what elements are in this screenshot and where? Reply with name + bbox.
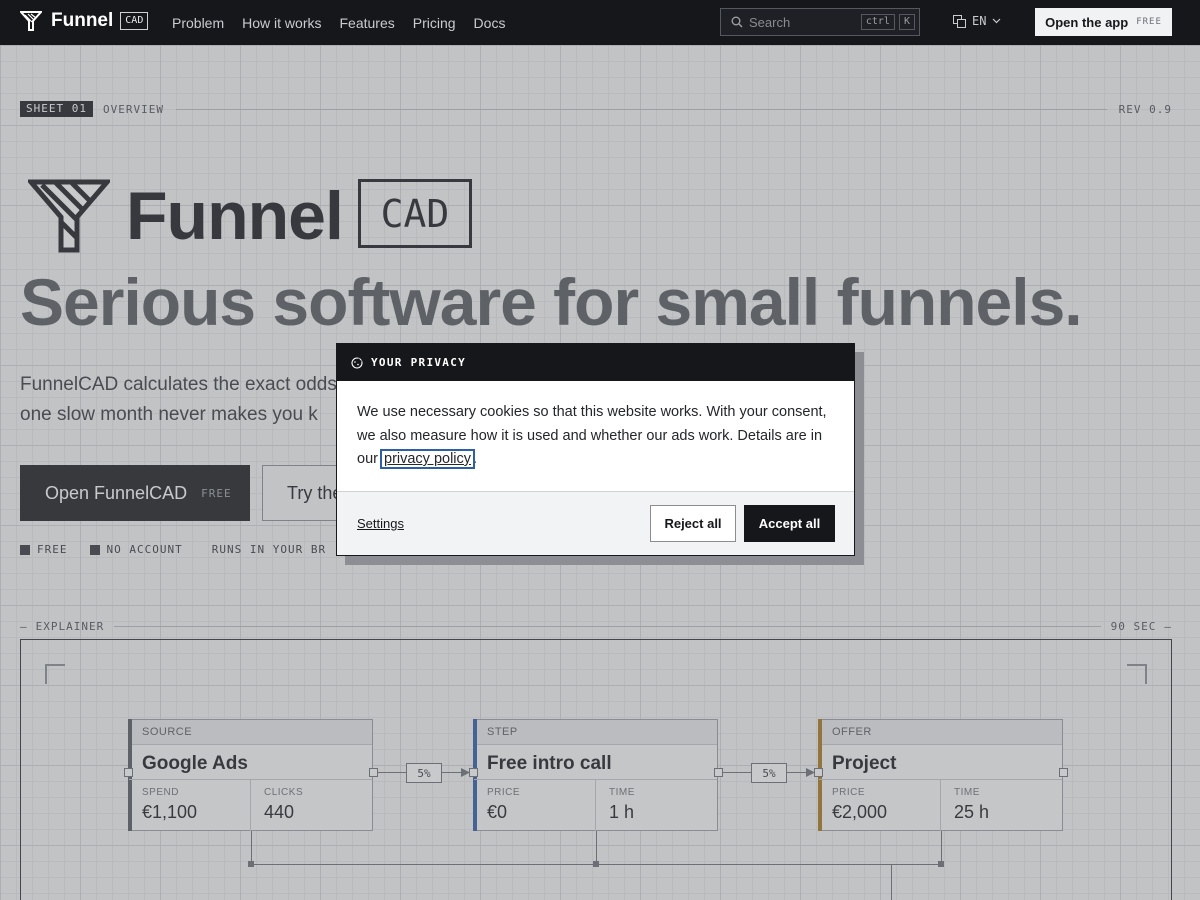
search-placeholder: Search xyxy=(749,14,791,30)
nav-links: Problem How it works Features Pricing Do… xyxy=(172,0,523,45)
brand-link[interactable]: Funnel CAD xyxy=(20,10,149,32)
shortcut-key-ctrl: ctrl xyxy=(860,14,895,30)
nav-link-features[interactable]: Features xyxy=(340,15,395,31)
shortcut-key-k: K xyxy=(898,14,915,30)
search-input[interactable]: Search ctrl K xyxy=(720,8,920,36)
open-app-button[interactable]: Open the app FREE xyxy=(1035,8,1172,36)
language-code: EN xyxy=(972,14,987,28)
funnel-logo-icon xyxy=(20,11,42,31)
brand-tag: CAD xyxy=(120,12,149,30)
accept-all-button[interactable]: Accept all xyxy=(744,505,835,542)
open-app-label: Open the app xyxy=(1045,14,1129,30)
top-nav: Funnel CAD Problem How it works Features… xyxy=(0,0,1200,45)
brand-name: Funnel xyxy=(51,10,114,31)
search-icon xyxy=(731,16,743,28)
reject-all-button[interactable]: Reject all xyxy=(650,505,736,542)
privacy-policy-link[interactable]: privacy policy xyxy=(379,449,476,469)
translate-icon xyxy=(953,14,966,28)
cookie-dialog-header: YOUR PRIVACY xyxy=(337,344,854,381)
cookie-consent-dialog: YOUR PRIVACY We use necessary cookies so… xyxy=(336,343,855,556)
nav-link-docs[interactable]: Docs xyxy=(474,15,506,31)
nav-link-how-it-works[interactable]: How it works xyxy=(242,15,321,31)
cookie-icon xyxy=(351,356,363,369)
cookie-dialog-footer: Settings Reject all Accept all xyxy=(337,492,854,555)
open-app-badge: FREE xyxy=(1136,17,1162,27)
nav-link-pricing[interactable]: Pricing xyxy=(413,15,456,31)
cookie-body-end: . xyxy=(473,451,478,467)
cookie-dialog-body: We use necessary cookies so that this we… xyxy=(337,381,854,492)
cookie-settings-link[interactable]: Settings xyxy=(357,516,404,531)
cookie-dialog-title: YOUR PRIVACY xyxy=(371,356,467,369)
language-switcher[interactable]: EN xyxy=(953,14,1001,28)
nav-link-problem[interactable]: Problem xyxy=(172,15,224,31)
chevron-down-icon xyxy=(993,18,1001,24)
